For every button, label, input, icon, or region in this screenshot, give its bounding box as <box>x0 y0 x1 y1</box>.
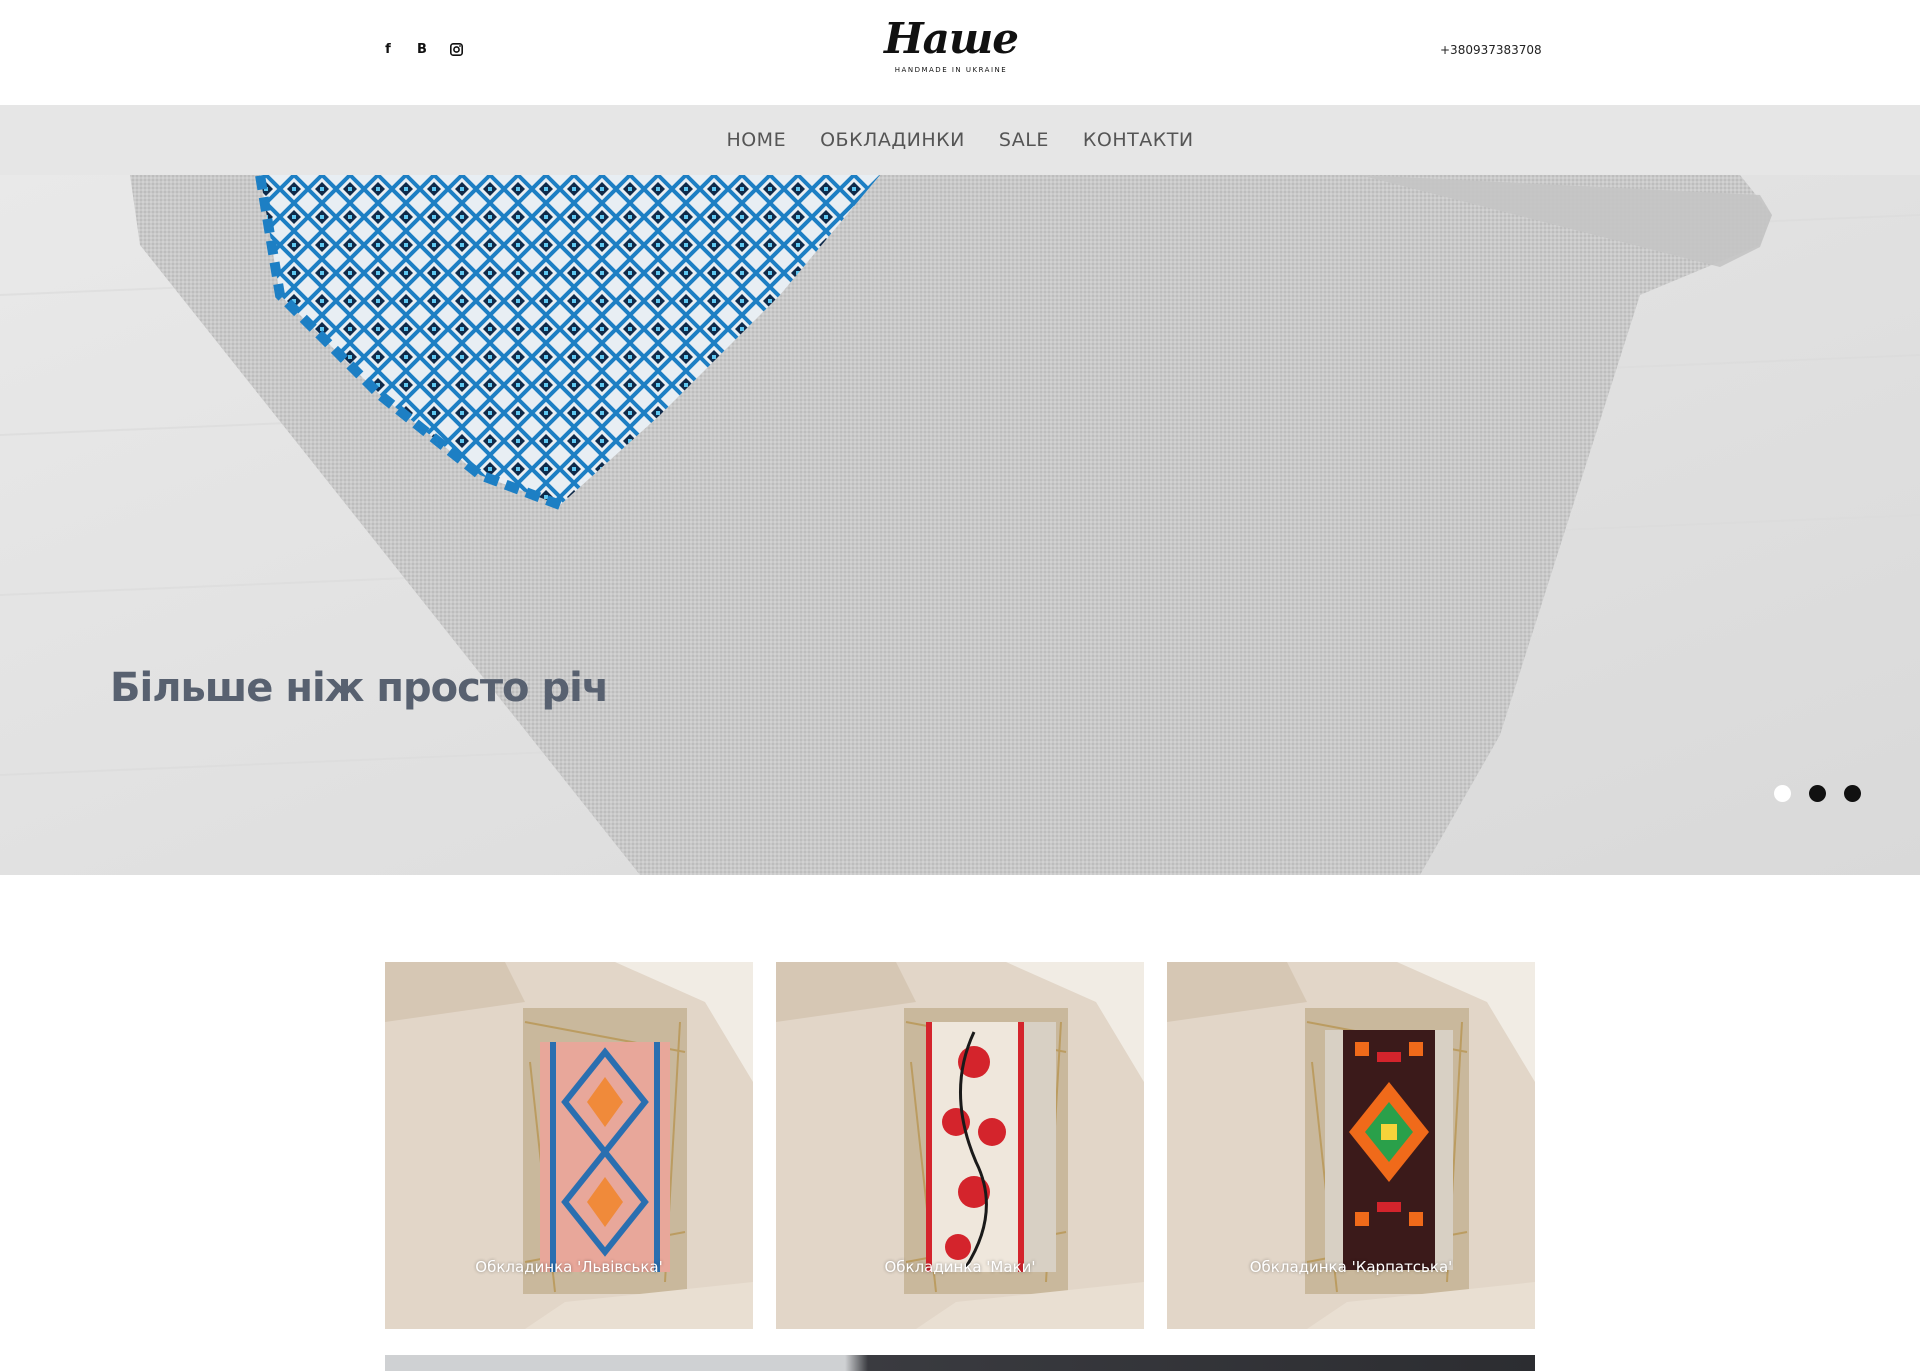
main-nav: HOME ОБКЛАДИНКИ SALE КОНТАКТИ <box>0 105 1920 175</box>
hero-caption: Більше ніж просто річ <box>110 665 609 711</box>
product-title: Обкладинка 'Карпатська' <box>1249 1258 1453 1276</box>
hero-image <box>0 175 1920 875</box>
product-title: Обкладинка 'Львівська' <box>475 1258 663 1276</box>
slider-dot-3[interactable] <box>1844 785 1861 802</box>
site-logo[interactable]: Наше HANDMADE IN UKRAINE <box>878 14 1024 74</box>
product-title: Обкладинка 'Маки' <box>884 1258 1036 1276</box>
slider-dot-1[interactable] <box>1774 785 1791 802</box>
nav-item-contacts[interactable]: КОНТАКТИ <box>1083 129 1194 151</box>
social-links: f B <box>380 38 464 60</box>
slider-dot-2[interactable] <box>1809 785 1826 802</box>
facebook-icon[interactable]: f <box>380 38 396 60</box>
top-header: f B Наше HANDMADE IN UKRAINE +3809373837… <box>0 0 1920 105</box>
instagram-icon[interactable] <box>448 38 464 60</box>
product-card[interactable]: Обкладинка 'Карпатська' <box>1167 962 1535 1329</box>
product-card[interactable]: Обкладинка 'Львівська' <box>385 962 753 1329</box>
next-section-preview <box>385 1355 1535 1371</box>
nav-item-home[interactable]: HOME <box>726 129 786 151</box>
logo-wordmark: Наше <box>883 14 1019 63</box>
product-grid: Обкладинка 'Львівська' Обкладинка 'Маки'… <box>385 962 1535 1329</box>
vk-icon[interactable]: B <box>414 38 430 60</box>
slider-pagination <box>1774 785 1861 802</box>
phone-number: +380937383708 <box>1440 43 1542 57</box>
logo-tagline: HANDMADE IN UKRAINE <box>894 66 1008 74</box>
nav-item-sale[interactable]: SALE <box>999 129 1049 151</box>
product-card[interactable]: Обкладинка 'Маки' <box>776 962 1144 1329</box>
hero-slider: Більше ніж просто річ <box>0 175 1920 875</box>
nav-item-covers[interactable]: ОБКЛАДИНКИ <box>820 129 965 151</box>
